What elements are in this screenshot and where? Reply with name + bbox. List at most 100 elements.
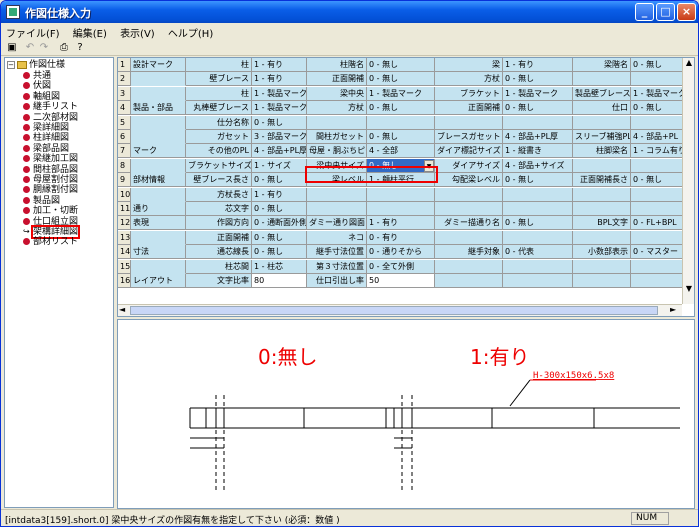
field-value[interactable]: 50 <box>367 274 435 288</box>
tree-root[interactable]: − 作図仕様 <box>7 60 65 71</box>
scroll-left-icon[interactable]: ◄ <box>119 305 129 314</box>
field-value[interactable]: 1 - サイズ <box>252 158 307 173</box>
field-value[interactable] <box>503 187 573 202</box>
field-value[interactable]: 4 - 部品+PL厚 <box>503 130 573 144</box>
field-value[interactable]: 0 - 無し <box>631 58 683 72</box>
field-value[interactable]: 3 - 部品マーク <box>252 130 307 144</box>
scroll-down-icon[interactable]: ▼ <box>684 284 694 295</box>
field-value[interactable] <box>631 259 683 274</box>
field-value[interactable]: 0 - 無し <box>503 173 573 188</box>
tree-item[interactable]: 梁継加工図 <box>23 154 78 165</box>
field-value[interactable]: 0 - マスター <box>631 245 683 260</box>
field-label <box>307 202 367 216</box>
field-value[interactable]: 0 - 無し <box>367 58 435 72</box>
field-value[interactable]: 0 - 無し <box>367 101 435 116</box>
field-value[interactable] <box>367 202 435 216</box>
field-value[interactable]: 0 - 無し <box>252 202 307 216</box>
field-value[interactable]: 0 - 無し <box>503 72 573 87</box>
field-value[interactable]: 0 - 無し <box>631 173 683 188</box>
preview-right-label: 1:有り <box>470 345 529 369</box>
field-value[interactable]: 0 - 無し <box>367 72 435 87</box>
field-label: BPL文字 <box>573 216 631 231</box>
field-value[interactable]: 1 - 有り <box>503 58 573 72</box>
undo-icon[interactable]: ↶ <box>23 41 37 54</box>
field-label <box>307 115 367 130</box>
field-value[interactable] <box>503 115 573 130</box>
field-value[interactable]: 0 - 無し <box>252 245 307 260</box>
maximize-button[interactable]: □ <box>656 3 675 21</box>
tree-item[interactable]: 伏図 <box>23 81 51 92</box>
field-value[interactable]: 1 - 製品マーク <box>503 86 573 101</box>
field-value[interactable]: 1 - 柱芯 <box>252 259 307 274</box>
field-value[interactable]: 0 - 代表 <box>503 245 573 260</box>
field-value[interactable]: 1 - 有り <box>252 72 307 87</box>
field-value[interactable] <box>503 259 573 274</box>
field-value[interactable]: 0 - 無し <box>252 173 307 188</box>
field-value[interactable]: 0 - 無し <box>631 101 683 116</box>
tree-item[interactable]: 柱詳細図 <box>23 133 69 144</box>
field-value[interactable]: 1 - 有り <box>367 216 435 231</box>
field-value[interactable] <box>367 115 435 130</box>
field-value[interactable]: 0 - 有り <box>367 230 435 245</box>
field-value[interactable]: 4 - 部品+PL <box>631 130 683 144</box>
field-value[interactable] <box>503 230 573 245</box>
field-value[interactable]: 0 - 無し <box>503 101 573 116</box>
field-value[interactable]: 4 - 部品+サイズ <box>503 158 573 173</box>
field-value[interactable]: 1 - 有り <box>252 187 307 202</box>
field-value[interactable] <box>503 274 573 288</box>
row-number: 2 <box>118 72 131 87</box>
field-value[interactable]: 1 - 有り <box>252 58 307 72</box>
scroll-up-icon[interactable]: ▲ <box>684 58 694 69</box>
field-value[interactable]: 0 - 全て外側 <box>367 259 435 274</box>
grid-row: 4 製品・部品 丸棒壁ブレース 1 - 製品マーク 方杖 0 - 無し 正面開補 0 - 無し… <box>118 101 688 116</box>
tree-item[interactable]: 継手リスト <box>23 102 78 113</box>
field-value[interactable]: 0 - 無し <box>252 230 307 245</box>
category-label <box>131 187 186 202</box>
minimize-button[interactable]: _ <box>635 3 654 21</box>
help-icon[interactable]: ? <box>73 41 87 54</box>
close-button[interactable]: × <box>677 3 696 21</box>
field-value[interactable] <box>631 202 683 216</box>
field-value[interactable]: 1 - 製品マーク <box>367 86 435 101</box>
tree-item[interactable]: 胴縁割付図 <box>23 185 78 196</box>
field-value[interactable] <box>631 187 683 202</box>
field-value[interactable] <box>367 187 435 202</box>
field-label: 継手対象 <box>435 245 503 260</box>
scroll-right-icon[interactable]: ► <box>670 305 680 314</box>
horizontal-scrollbar[interactable]: ◄ ► <box>118 304 682 316</box>
field-label: 仕口引出し率 <box>307 274 367 288</box>
field-value[interactable] <box>631 158 683 173</box>
preview-drawing: 0:無し 1:有り H-300x150x6.5x8 <box>189 345 680 490</box>
field-value[interactable]: 1 - 製品マーク <box>631 86 683 101</box>
field-value[interactable]: 0 - 無し <box>503 216 573 231</box>
field-value[interactable] <box>631 115 683 130</box>
horizontal-scroll-thumb[interactable] <box>130 306 658 315</box>
field-value[interactable]: 4 - 全部 <box>367 144 435 159</box>
field-value[interactable] <box>631 274 683 288</box>
field-value[interactable]: 1 - 縦書き <box>503 144 573 159</box>
field-value[interactable]: 0 - 無し <box>252 115 307 130</box>
field-value[interactable]: 0 - FL+BPL <box>631 216 683 231</box>
tree-item[interactable]: 二次部材図 <box>23 113 78 124</box>
tree-item[interactable]: 間柱部品図 <box>23 165 78 176</box>
field-value[interactable] <box>503 202 573 216</box>
field-value[interactable]: 1 - 製品マーク <box>252 101 307 116</box>
field-value[interactable]: 0 - 通りそから <box>367 245 435 260</box>
save-icon[interactable]: ▣ <box>5 41 19 54</box>
print-icon[interactable]: ⎙ <box>57 41 71 54</box>
field-value[interactable] <box>631 72 683 87</box>
field-value[interactable]: 80 <box>252 274 307 288</box>
tree-item[interactable]: 加工・切断 <box>23 206 78 217</box>
field-label: ダイア標記サイズ <box>435 144 503 159</box>
tree-item[interactable]: 部材リスト <box>23 237 78 248</box>
vertical-scrollbar[interactable]: ▲ ▼ <box>682 58 694 304</box>
field-value[interactable]: 1 - 製品マーク <box>252 86 307 101</box>
field-value[interactable] <box>631 230 683 245</box>
field-value[interactable]: 1 - コラム有り <box>631 144 683 159</box>
field-value[interactable]: 0 - 無し <box>367 130 435 144</box>
field-value[interactable]: 0 - 通断面外側 <box>252 216 307 231</box>
field-value[interactable]: 4 - 部品+PL厚 <box>252 144 307 159</box>
redo-icon[interactable]: ↷ <box>37 41 51 54</box>
tree-item[interactable]: 仕口組立図 <box>23 217 78 228</box>
collapse-icon[interactable]: − <box>7 61 15 69</box>
